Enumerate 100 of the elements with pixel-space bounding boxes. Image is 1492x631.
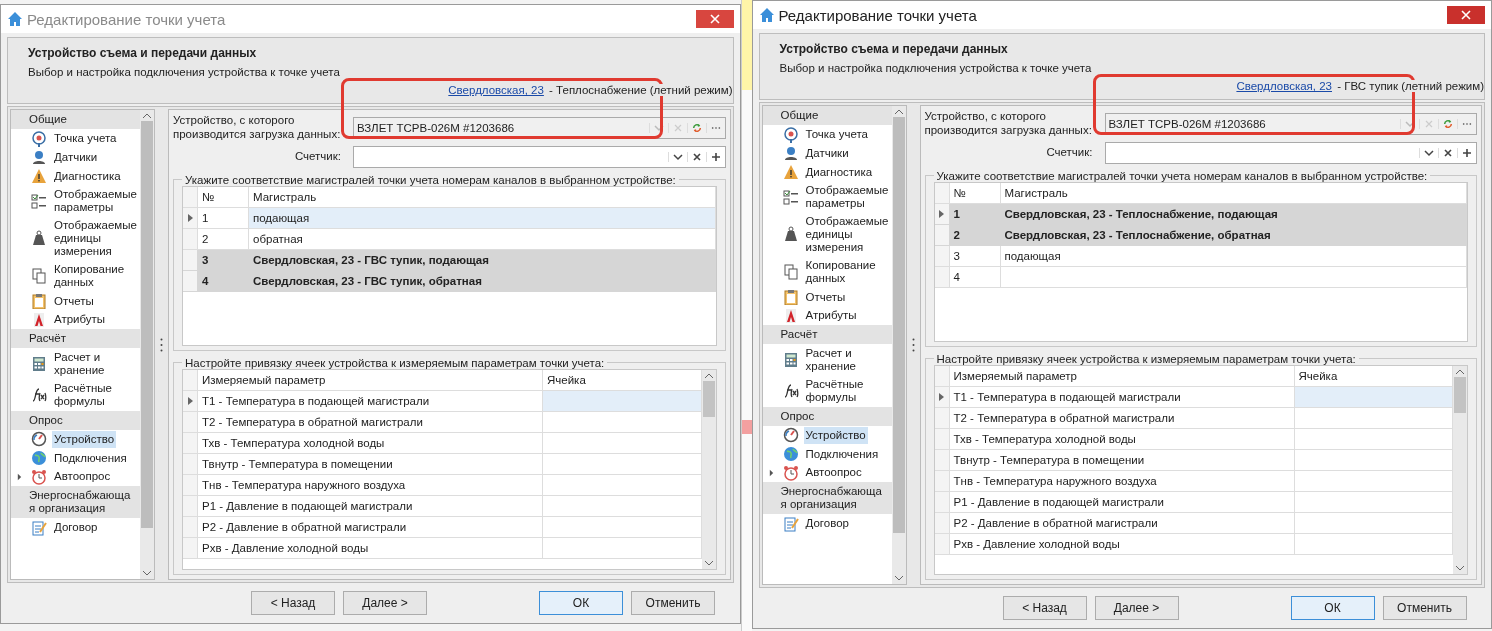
table-row[interactable]: 2 Свердловская, 23 - Теплоснабжение, обратная [934,224,1467,246]
scrollbar[interactable] [140,110,154,579]
table-row[interactable]: Р2 - Давление в обратной магистрали [183,516,702,538]
dialog-button[interactable]: Отменить [1382,596,1467,620]
nav-item[interactable]: Отчеты [803,288,848,306]
scroll-up-icon[interactable] [142,113,152,119]
meter-combo-field[interactable] [353,145,726,168]
column-header[interactable]: Измеряемый параметр [949,365,1295,386]
scrollbar[interactable] [891,106,906,584]
column-header[interactable]: Магистраль [249,186,716,207]
scroll-up-icon[interactable] [703,372,714,379]
nav-item[interactable]: Точка учета [803,126,870,143]
nav-item[interactable]: Отображаемые параметры [803,182,892,212]
scroll-up-icon[interactable] [1455,368,1465,375]
scroll-down-icon[interactable] [142,570,152,576]
scroll-thumb[interactable] [1454,376,1466,413]
row-header-cell[interactable] [934,512,950,533]
nav-item[interactable]: Отчеты [52,292,96,310]
row-header-cell[interactable] [934,203,950,224]
nav-item[interactable]: Атрибуты [803,307,859,324]
nav-item[interactable]: Атрибуты [52,311,108,328]
table-row[interactable]: Р1 - Давление в подающей магистрали [934,491,1453,513]
nav-item[interactable]: Расчётные формулы [52,380,140,410]
table-row[interactable]: Т2 - Температура в обратной магистрали [183,411,702,433]
row-header-cell[interactable] [934,386,950,407]
scroll-thumb[interactable] [702,380,715,417]
table-cell[interactable] [543,390,702,411]
nav-item[interactable]: Расчётные формулы [803,376,892,406]
column-header[interactable]: Измеряемый параметр [198,369,543,390]
address-link[interactable]: Свердловская, 23 [1236,80,1332,92]
table-row[interactable]: 3 подающая [934,245,1467,267]
column-header[interactable]: № [198,186,249,207]
nav-item[interactable]: Устройство [52,430,117,448]
table-row[interactable]: Рхв - Давление холодной воды [183,537,702,559]
table-row[interactable]: 4 [934,266,1467,288]
dialog-button[interactable]: ОК [1290,596,1375,620]
nav-item[interactable]: Диагностика [803,163,875,181]
nav-item[interactable]: Отображаемые параметры [52,186,140,216]
row-header-cell[interactable] [934,407,950,428]
scroll-thumb[interactable] [892,117,905,533]
device-combo-field[interactable]: ВЗЛЕТ ТСРВ-026М #1203686 [353,116,726,139]
table-row[interactable]: 3 Свердловская, 23 - ГВС тупик, подающая [183,249,716,271]
scroll-up-icon[interactable] [893,109,904,115]
table-row[interactable]: Р1 - Давление в подающей магистрали [183,495,702,517]
nav-item[interactable]: Договор [803,515,851,532]
table-row[interactable]: Т1 - Температура в подающей магистрали [934,386,1453,408]
row-header-cell[interactable] [934,266,950,287]
nav-item[interactable]: Автоопрос [803,464,864,481]
column-header[interactable]: Ячейка [543,369,702,390]
scroll-down-icon[interactable] [893,575,904,581]
table-row[interactable]: 2 обратная [183,228,716,250]
row-header-cell[interactable] [934,449,950,470]
expand-arrow-icon[interactable] [17,472,22,481]
nav-item[interactable]: Датчики [803,144,851,162]
nav-item[interactable]: Датчики [52,148,100,166]
table-row[interactable]: Тхв - Температура холодной воды [934,428,1453,450]
scroll-down-icon[interactable] [703,560,714,566]
nav-item[interactable]: Расчет и хранение [52,349,140,379]
row-header-cell[interactable] [934,245,950,266]
row-header-cell[interactable] [934,491,950,512]
meter-combo-field[interactable] [1104,141,1477,164]
row-header-cell[interactable] [934,533,950,554]
table-row[interactable]: Тнв - Температура наружного воздуха [934,470,1453,492]
nav-item[interactable]: Договор [52,519,100,536]
table-row[interactable]: Тнв - Температура наружного воздуха [183,474,702,496]
table-row[interactable]: Т2 - Температура в обратной магистрали [934,407,1453,429]
row-header-cell[interactable] [934,428,950,449]
table-row[interactable]: 4 Свердловская, 23 - ГВС тупик, обратная [183,270,716,292]
dialog-button[interactable]: Далее > [1094,596,1179,620]
table-row[interactable]: Т1 - Температура в подающей магистрали [183,390,702,412]
nav-item[interactable]: Копирование данных [803,257,892,287]
nav-item[interactable]: Устройство [803,426,868,444]
table-row[interactable]: Р2 - Давление в обратной магистрали [934,512,1453,534]
nav-item[interactable]: Отображаемые единицы измерения [52,217,140,260]
table-row[interactable]: Твнутр - Температура в помещении [183,453,702,475]
nav-item[interactable]: Подключения [52,449,129,467]
column-header[interactable]: № [949,182,1001,203]
device-combo-field[interactable]: ВЗЛЕТ ТСРВ-026М #1203686 [1104,112,1477,135]
dialog-button[interactable]: < Назад [1002,596,1087,620]
splitter-grip-icon[interactable] [911,338,915,352]
table-row[interactable]: Твнутр - Температура в помещении [934,449,1453,471]
nav-item[interactable]: Точка учета [52,130,119,147]
nav-item[interactable]: Отображаемые единицы измерения [803,213,892,256]
nav-item[interactable]: Расчет и хранение [803,345,892,375]
close-button[interactable] [1447,6,1485,24]
table-row[interactable]: Рхв - Давление холодной воды [934,533,1453,555]
expand-arrow-icon[interactable] [768,468,774,477]
scroll-thumb[interactable] [141,121,153,528]
nav-item[interactable]: Копирование данных [52,261,140,291]
row-header-cell[interactable] [934,224,950,245]
column-header[interactable]: Магистраль [1000,182,1467,203]
table-row[interactable]: 1 подающая [183,207,716,229]
table-row[interactable]: Тхв - Температура холодной воды [183,432,702,454]
nav-item[interactable]: Автоопрос [52,468,113,485]
table-row[interactable]: 1 Свердловская, 23 - Теплоснабжение, подающая [934,203,1467,225]
row-header-cell[interactable] [934,470,950,491]
scroll-down-icon[interactable] [1455,565,1465,571]
nav-item[interactable]: Подключения [803,445,881,463]
nav-item[interactable]: Диагностика [52,167,123,185]
scrollbar[interactable] [1453,365,1467,574]
